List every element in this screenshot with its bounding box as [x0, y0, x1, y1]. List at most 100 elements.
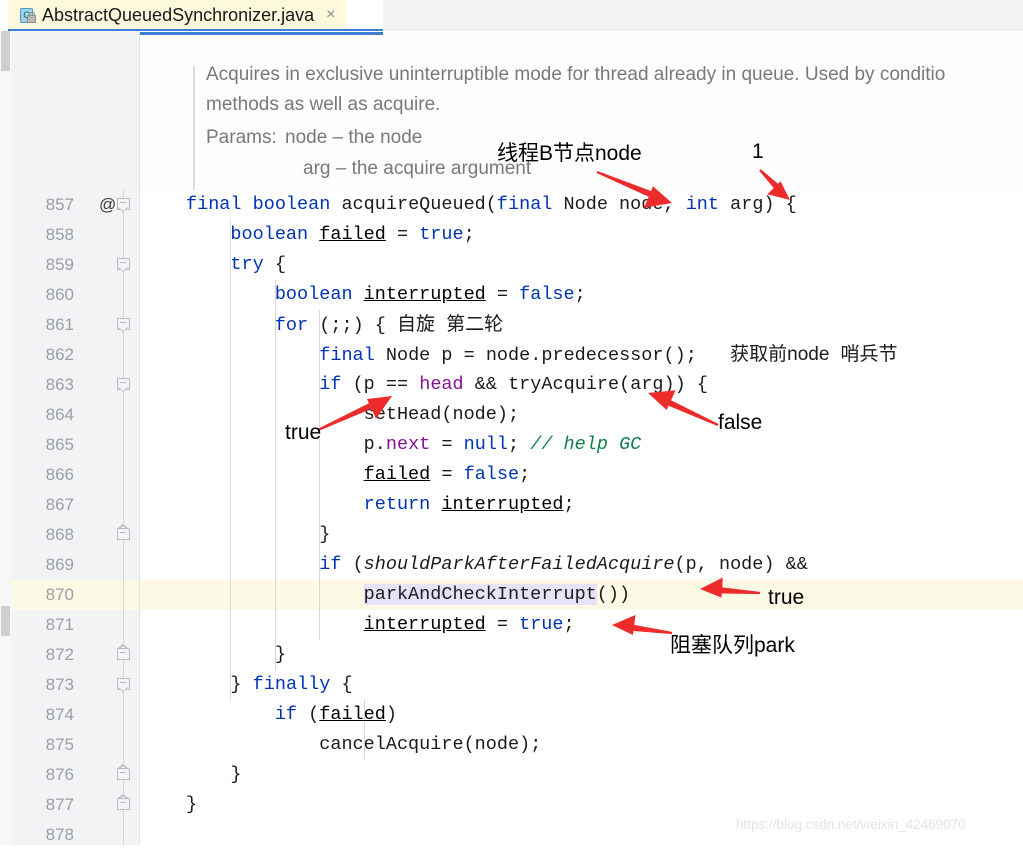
code-identifier: tryAcquire: [508, 374, 620, 395]
anno-true-2: true: [768, 586, 805, 609]
code-identifier: Node: [563, 194, 608, 215]
fold-collapse-icon[interactable]: [117, 378, 130, 393]
code-line[interactable]: boolean failed = true;: [186, 220, 475, 250]
code-line[interactable]: cancelAcquire(node);: [186, 730, 541, 760]
gutter-row[interactable]: 858: [11, 220, 140, 250]
code-keyword: final: [186, 194, 242, 215]
code-line[interactable]: setHead(node);: [186, 400, 519, 430]
code-keyword: return: [363, 494, 431, 515]
code-punctuation: ;: [508, 434, 520, 455]
fold-collapse-icon[interactable]: [117, 198, 130, 213]
fold-collapse-icon[interactable]: [117, 318, 130, 333]
code-identifier: setHead: [363, 404, 442, 425]
code-keyword: null: [463, 434, 509, 455]
code-line[interactable]: for (;;) { 自旋 第二轮: [186, 310, 503, 340]
code-punctuation: =: [463, 345, 475, 366]
line-number: 859: [45, 255, 74, 274]
code-punctuation: (: [319, 315, 331, 336]
code-line[interactable]: }: [186, 790, 197, 820]
code-punctuation: {: [785, 194, 797, 215]
line-number: 869: [45, 555, 74, 574]
code-line[interactable]: if (failed): [186, 700, 397, 730]
code-line[interactable]: try {: [186, 250, 286, 280]
gutter-row[interactable]: 865: [11, 430, 140, 460]
fold-expand-icon[interactable]: [117, 644, 130, 663]
gutter-row[interactable]: 874: [11, 700, 140, 730]
code-line[interactable]: boolean interrupted = false;: [186, 280, 586, 310]
fold-collapse-icon[interactable]: [117, 678, 130, 693]
annotation-marker-icon[interactable]: @: [99, 195, 116, 215]
code-punctuation: ;: [463, 224, 475, 245]
code-identifier: node: [718, 554, 764, 575]
code-punctuation: ): [607, 584, 619, 605]
code-punctuation: ;: [563, 494, 575, 515]
line-number: 867: [45, 495, 74, 514]
gutter-row[interactable]: 870: [11, 580, 140, 610]
code-field: head: [419, 374, 464, 395]
code-line[interactable]: failed = false;: [186, 460, 531, 490]
code-local-variable: interrupted: [363, 284, 486, 305]
anno-false: false: [718, 411, 763, 434]
code-punctuation: ;: [563, 614, 575, 635]
code-punctuation: ;: [530, 734, 542, 755]
scrollbar-thumb-top[interactable]: [1, 31, 10, 71]
code-line[interactable]: }: [186, 760, 242, 790]
gutter-row[interactable]: 860: [11, 280, 140, 310]
gutter-row[interactable]: 866: [11, 460, 140, 490]
line-number: 868: [45, 525, 74, 544]
tab-bar-empty-area: [383, 0, 1023, 32]
code-punctuation: =: [441, 434, 453, 455]
code-keyword: true: [419, 224, 464, 245]
code-line[interactable]: }: [186, 520, 330, 550]
code-punctuation: }: [274, 644, 286, 665]
gutter-row[interactable]: 875: [11, 730, 140, 760]
code-punctuation: (: [308, 704, 320, 725]
fold-collapse-icon[interactable]: [117, 258, 130, 273]
code-punctuation: ;: [508, 404, 520, 425]
anno-one: 1: [752, 140, 764, 163]
code-line[interactable]: final Node p = node.predecessor(); 获取前no…: [186, 340, 897, 370]
close-icon[interactable]: ×: [326, 7, 335, 23]
code-line[interactable]: if (shouldParkAfterFailedAcquire(p, node…: [186, 550, 808, 580]
code-identifier: p: [363, 374, 375, 395]
code-punctuation: }: [230, 764, 242, 785]
code-punctuation: (: [352, 554, 364, 575]
code-line[interactable]: } finally {: [186, 670, 352, 700]
code-punctuation: =: [396, 224, 409, 245]
code-line[interactable]: p.next = null; // help GC: [186, 430, 642, 460]
fold-expand-icon[interactable]: [117, 524, 130, 543]
code-line[interactable]: final boolean acquireQueued(final Node n…: [186, 190, 797, 220]
code-punctuation: =: [397, 374, 409, 395]
line-number: 870: [45, 585, 74, 604]
code-punctuation: ,: [663, 194, 675, 215]
line-number: 873: [45, 675, 74, 694]
line-number: 874: [45, 705, 74, 724]
code-punctuation: =: [496, 284, 508, 305]
fold-expand-icon[interactable]: [117, 764, 130, 783]
gutter-row[interactable]: 867: [11, 490, 140, 520]
code-line[interactable]: parkAndCheckInterrupt()): [186, 580, 630, 610]
gutter-row[interactable]: 869: [11, 550, 140, 580]
fold-expand-icon[interactable]: [117, 794, 130, 813]
code-punctuation: ): [663, 374, 675, 395]
editor-tab-abstractqueuedsynchronizer[interactable]: C AbstractQueuedSynchronizer.java ×: [8, 0, 346, 30]
code-punctuation: ): [619, 584, 631, 605]
scrollbar-thumb-mid[interactable]: [1, 606, 10, 636]
gutter-row[interactable]: 871: [11, 610, 140, 640]
code-line[interactable]: interrupted = true;: [186, 610, 575, 640]
code-keyword: boolean: [230, 224, 309, 245]
code-cjk-annotation: node: [787, 344, 830, 365]
code-local-variable: interrupted: [363, 614, 486, 635]
code-punctuation: ): [496, 404, 508, 425]
code-line[interactable]: if (p == head && tryAcquire(arg)) {: [186, 370, 708, 400]
gutter-row[interactable]: 864: [11, 400, 140, 430]
editor-gutter[interactable]: 857 @858 859 860 861 862 863 864 865 866 867 868 869…: [11, 31, 140, 845]
code-line[interactable]: }: [186, 640, 286, 670]
code-selected-token[interactable]: parkAndCheckInterrupt: [363, 584, 597, 605]
code-identifier: node: [485, 345, 531, 366]
code-line[interactable]: return interrupted;: [186, 490, 575, 520]
java-class-icon: C: [18, 7, 36, 24]
code-punctuation: ): [674, 345, 686, 366]
gutter-row[interactable]: 862: [11, 340, 140, 370]
gutter-row[interactable]: 878: [11, 820, 140, 850]
